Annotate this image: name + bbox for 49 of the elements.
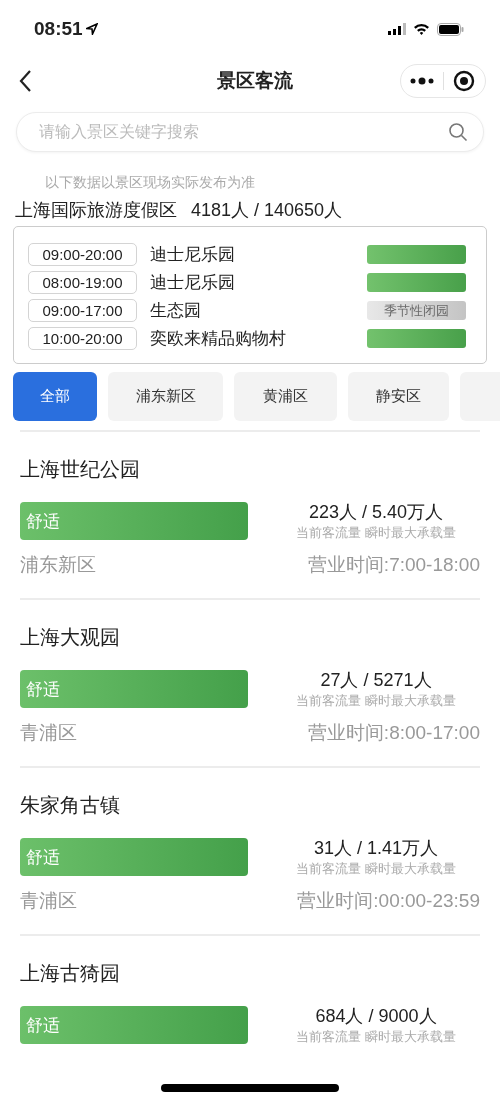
venue-name: 生态园 <box>150 300 202 322</box>
visitor-count: 27人 / 5271人 <box>320 669 432 692</box>
wifi-icon <box>413 23 430 35</box>
hours-text: 营业时间:7:00-18:00 <box>307 553 480 577</box>
signal-icon <box>388 23 406 35</box>
resort-name: 上海国际旅游度假区 <box>15 199 177 222</box>
venue-name: 奕欧来精品购物村 <box>150 328 287 350</box>
status-bar: 舒适 <box>20 1006 248 1044</box>
spot-name: 上海大观园 <box>20 625 121 650</box>
hours-text: 营业时间:8:00-17:00 <box>307 721 480 745</box>
district-text: 青浦区 <box>20 721 77 745</box>
status-bar: 舒适 <box>20 670 248 708</box>
search-field[interactable]: 请输入景区关键字搜索 <box>16 112 484 152</box>
spot-name: 朱家角古镇 <box>20 793 121 818</box>
search-icon <box>448 122 468 142</box>
notice-text: 以下数据以景区现场实际发布为准 <box>44 173 256 190</box>
status-time: 08:51 <box>34 18 83 40</box>
hours-tag: 08:00-19:00 <box>28 271 137 294</box>
count-caption: 当前客流量 瞬时最大承载量 <box>296 524 456 542</box>
page-title: 景区客流 <box>216 69 294 93</box>
visitor-count: 4181人 / 140650人 <box>191 199 343 222</box>
district-tab[interactable]: 浦东新区 <box>108 372 223 421</box>
spot-name: 上海古猗园 <box>20 961 121 986</box>
district-tab[interactable]: 全部 <box>13 372 97 421</box>
hours-text: 营业时间:00:00-23:59 <box>297 889 480 913</box>
venue-name: 迪士尼乐园 <box>150 272 236 294</box>
spot-name: 上海世纪公园 <box>20 457 141 482</box>
location-icon <box>85 23 98 35</box>
back-button[interactable] <box>18 69 32 93</box>
district-tab[interactable]: 黄浦区 <box>234 372 337 421</box>
more-icon <box>409 77 434 85</box>
visitor-count: 223人 / 5.40万人 <box>308 501 444 524</box>
district-text: 青浦区 <box>20 889 77 913</box>
hours-tag: 09:00-20:00 <box>28 243 137 266</box>
visitor-count: 31人 / 1.41万人 <box>313 837 439 860</box>
venue-name: 迪士尼乐园 <box>150 244 236 266</box>
count-caption: 当前客流量 瞬时最大承载量 <box>296 692 456 710</box>
battery-icon <box>437 22 464 36</box>
hours-tag: 09:00-17:00 <box>28 299 137 322</box>
status-bar: 舒适 <box>20 838 248 876</box>
visitor-count: 684人 / 9000人 <box>315 1005 437 1028</box>
count-caption: 当前客流量 瞬时最大承载量 <box>296 860 456 878</box>
status-bar: 舒适 <box>20 502 248 540</box>
target-icon <box>453 70 476 92</box>
hours-tag: 10:00-20:00 <box>28 327 137 350</box>
district-tab[interactable]: 静安区 <box>348 372 449 421</box>
status-badge: 季节性闭园 <box>367 301 466 320</box>
district-text: 浦东新区 <box>20 553 96 577</box>
count-caption: 当前客流量 瞬时最大承载量 <box>296 1028 456 1046</box>
